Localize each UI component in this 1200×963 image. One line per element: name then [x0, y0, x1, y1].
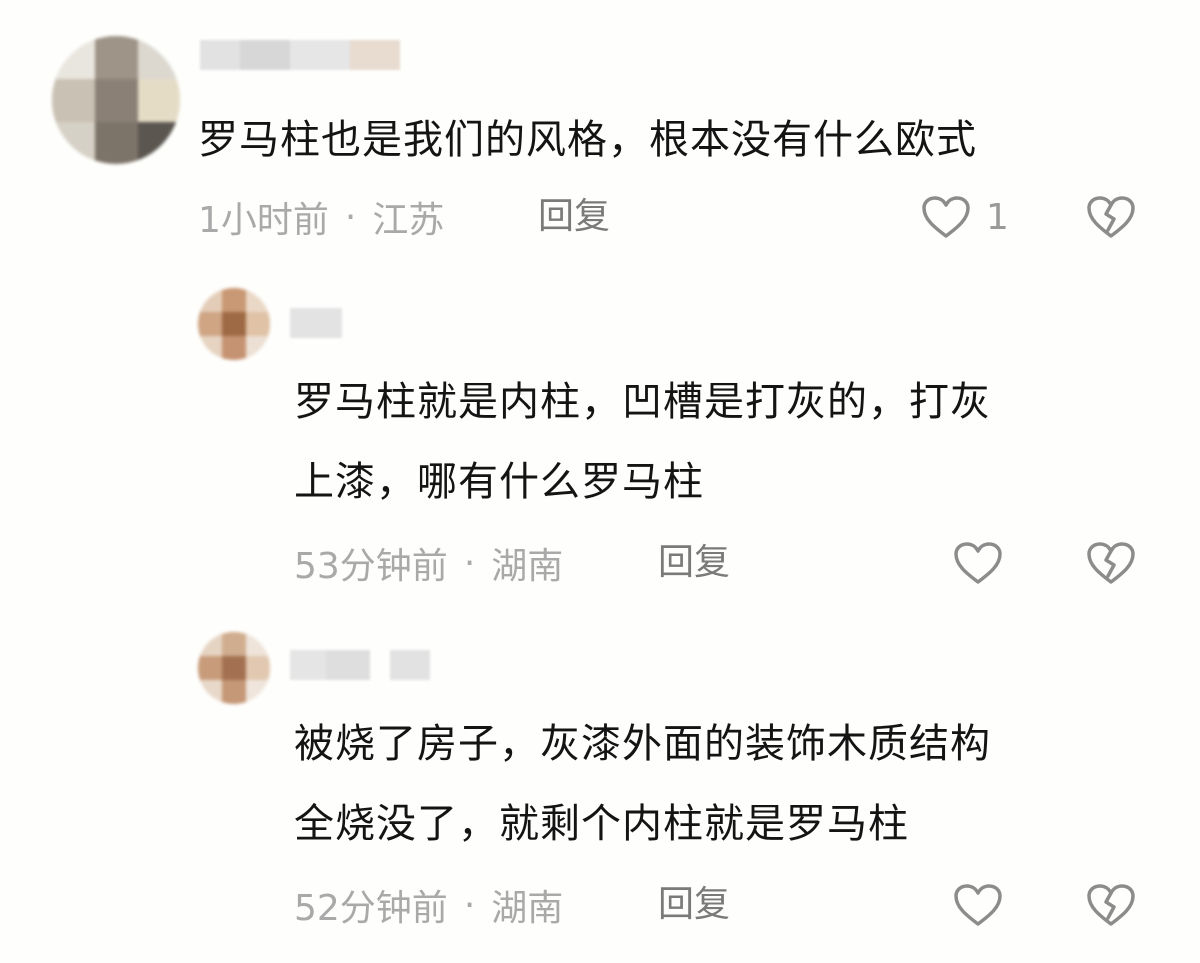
heart-outline-icon [954, 884, 1002, 926]
heart-outline-icon [954, 542, 1002, 584]
dislike-button[interactable] [1085, 880, 1137, 930]
comment-1: 罗马柱也是我们的风格，根本没有什么欧式 1小时前 · 江苏 回复 1 [0, 0, 1200, 260]
heart-outline-icon [922, 196, 970, 238]
comment-text: 罗马柱也是我们的风格，根本没有什么欧式 [198, 117, 977, 163]
location: 湖南 [491, 888, 564, 929]
comment-text: 罗马柱就是内柱，凹槽是打灰的，打灰 上漆，哪有什么罗马柱 [294, 379, 991, 505]
reply-button[interactable]: 回复 [658, 880, 730, 930]
timestamp: 52分钟前 [294, 888, 448, 929]
meta-separator: · [463, 884, 476, 926]
broken-heart-icon [1087, 542, 1135, 584]
like-button[interactable] [952, 538, 1004, 588]
username-blurred[interactable] [200, 40, 400, 70]
avatar[interactable] [52, 36, 180, 164]
location: 江苏 [372, 200, 445, 241]
timestamp: 1小时前 [198, 200, 329, 241]
comment-3: 被烧了房子，灰漆外面的装饰木质结构 全烧没了，就剩个内柱就是罗马柱 52分钟前 … [0, 612, 1200, 952]
comment-2: 罗马柱就是内柱，凹槽是打灰的，打灰 上漆，哪有什么罗马柱 53分钟前 · 湖南 … [0, 270, 1200, 600]
like-button[interactable] [952, 880, 1004, 930]
avatar[interactable] [198, 288, 270, 360]
comment-meta: 1小时前 · 江苏 [198, 192, 444, 242]
reply-button[interactable]: 回复 [658, 538, 730, 588]
like-button[interactable]: 1 [920, 192, 1009, 242]
dislike-button[interactable] [1085, 538, 1137, 588]
meta-separator: · [463, 542, 476, 584]
username-blurred[interactable] [290, 650, 440, 680]
meta-separator: · [344, 196, 357, 238]
timestamp: 53分钟前 [294, 546, 448, 587]
location: 湖南 [491, 546, 564, 587]
username-blurred[interactable] [290, 308, 342, 338]
reply-button[interactable]: 回复 [538, 192, 610, 242]
avatar[interactable] [198, 632, 270, 704]
dislike-button[interactable] [1085, 192, 1137, 242]
comment-meta: 52分钟前 · 湖南 [294, 880, 563, 930]
comment-text: 被烧了房子，灰漆外面的装饰木质结构 全烧没了，就剩个内柱就是罗马柱 [294, 721, 991, 847]
broken-heart-icon [1087, 196, 1135, 238]
comment-meta: 53分钟前 · 湖南 [294, 538, 563, 588]
like-count: 1 [986, 196, 1009, 238]
broken-heart-icon [1087, 884, 1135, 926]
